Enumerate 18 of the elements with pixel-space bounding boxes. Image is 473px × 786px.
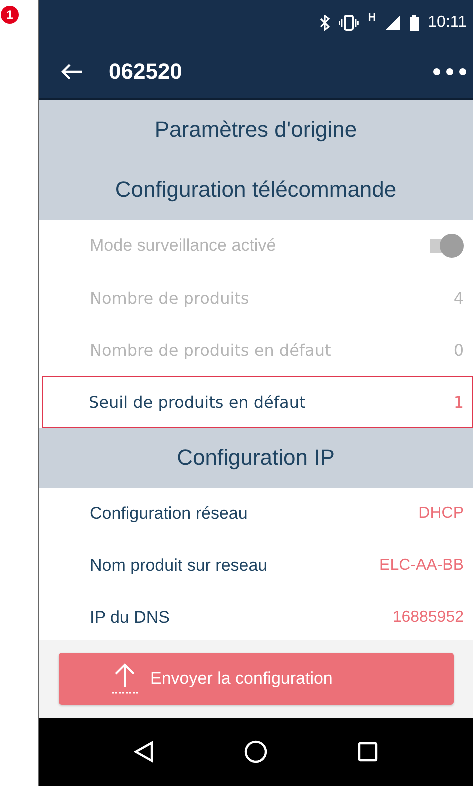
back-arrow-icon[interactable] bbox=[61, 62, 83, 80]
upload-icon bbox=[110, 663, 138, 695]
settings-row[interactable]: Seuil de produits en défaut 1 bbox=[42, 376, 473, 428]
more-options-icon[interactable] bbox=[433, 68, 467, 76]
battery-icon bbox=[410, 14, 420, 30]
section-heading: Configuration télécommande bbox=[39, 160, 473, 220]
bluetooth-icon bbox=[320, 14, 330, 30]
signal-icon bbox=[385, 14, 402, 30]
back-icon[interactable] bbox=[134, 741, 154, 763]
section-heading: Configuration IP bbox=[39, 428, 473, 488]
network-type: H bbox=[368, 12, 376, 24]
vibrate-icon bbox=[339, 14, 360, 30]
annotation-marker: 1 bbox=[1, 6, 19, 24]
home-icon[interactable] bbox=[244, 740, 268, 764]
clock: 10:11 bbox=[428, 14, 467, 32]
section-heading: Paramètres d'origine bbox=[39, 100, 473, 160]
screen-title: 062520 bbox=[109, 58, 184, 84]
recent-apps-icon[interactable] bbox=[358, 742, 378, 762]
